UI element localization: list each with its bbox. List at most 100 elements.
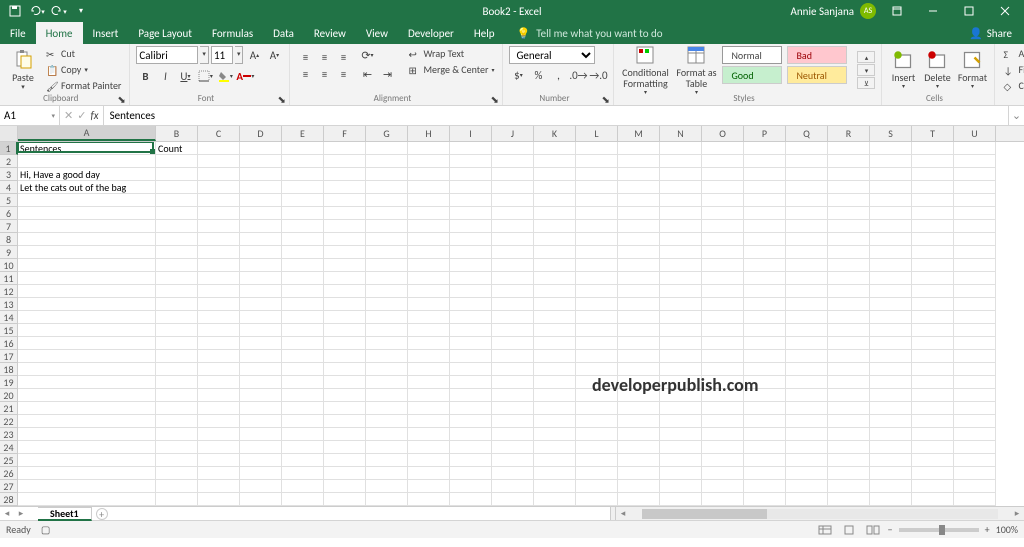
cell-D18[interactable] (240, 363, 282, 376)
cell-B19[interactable] (156, 376, 198, 389)
cell-G6[interactable] (366, 207, 408, 220)
number-format-select[interactable]: General (509, 46, 595, 64)
cell-H24[interactable] (408, 441, 450, 454)
cell-K21[interactable] (534, 402, 576, 415)
cell-R21[interactable] (828, 402, 870, 415)
cell-K15[interactable] (534, 324, 576, 337)
cell-G16[interactable] (366, 337, 408, 350)
cell-B11[interactable] (156, 272, 198, 285)
cell-J5[interactable] (492, 194, 534, 207)
cell-Q12[interactable] (786, 285, 828, 298)
cell-A28[interactable] (18, 493, 156, 506)
cell-J12[interactable] (492, 285, 534, 298)
cell-T19[interactable] (912, 376, 954, 389)
cell-C10[interactable] (198, 259, 240, 272)
cell-F7[interactable] (324, 220, 366, 233)
style-bad[interactable]: Bad (787, 46, 847, 64)
cell-E26[interactable] (282, 467, 324, 480)
cell-S18[interactable] (870, 363, 912, 376)
cell-Q11[interactable] (786, 272, 828, 285)
cell-U28[interactable] (954, 493, 996, 506)
cell-D20[interactable] (240, 389, 282, 402)
row-header-24[interactable]: 24 (0, 441, 17, 454)
cell-C2[interactable] (198, 155, 240, 168)
cell-M18[interactable] (618, 363, 660, 376)
cell-D6[interactable] (240, 207, 282, 220)
cell-K25[interactable] (534, 454, 576, 467)
cell-C1[interactable] (198, 142, 240, 155)
cell-Q21[interactable] (786, 402, 828, 415)
cell-H28[interactable] (408, 493, 450, 506)
cell-L23[interactable] (576, 428, 618, 441)
cell-F27[interactable] (324, 480, 366, 493)
copy-button[interactable]: 📋Copy▾ (44, 62, 123, 77)
cell-H13[interactable] (408, 298, 450, 311)
cell-K2[interactable] (534, 155, 576, 168)
cell-I11[interactable] (450, 272, 492, 285)
cell-E2[interactable] (282, 155, 324, 168)
normal-view-icon[interactable] (816, 523, 834, 537)
format-painter-button[interactable]: 🖌Format Painter (44, 78, 123, 93)
cell-Q20[interactable] (786, 389, 828, 402)
cell-O8[interactable] (702, 233, 744, 246)
border-button[interactable]: ▾ (196, 67, 214, 85)
cell-F24[interactable] (324, 441, 366, 454)
share-button[interactable]: 👤 Share (957, 22, 1024, 44)
cell-J16[interactable] (492, 337, 534, 350)
cell-Q17[interactable] (786, 350, 828, 363)
cell-R13[interactable] (828, 298, 870, 311)
cell-O24[interactable] (702, 441, 744, 454)
tab-view[interactable]: View (356, 22, 398, 44)
cell-E19[interactable] (282, 376, 324, 389)
cell-H20[interactable] (408, 389, 450, 402)
cell-N7[interactable] (660, 220, 702, 233)
cell-Q16[interactable] (786, 337, 828, 350)
cell-M5[interactable] (618, 194, 660, 207)
cell-A18[interactable] (18, 363, 156, 376)
cell-K11[interactable] (534, 272, 576, 285)
cell-O18[interactable] (702, 363, 744, 376)
row-header-23[interactable]: 23 (0, 428, 17, 441)
format-cells-button[interactable]: Format▾ (956, 46, 988, 94)
row-header-25[interactable]: 25 (0, 454, 17, 467)
cell-F2[interactable] (324, 155, 366, 168)
cell-C15[interactable] (198, 324, 240, 337)
cell-J14[interactable] (492, 311, 534, 324)
cell-A2[interactable] (18, 155, 156, 168)
cell-F8[interactable] (324, 233, 366, 246)
row-header-19[interactable]: 19 (0, 376, 17, 389)
cell-R17[interactable] (828, 350, 870, 363)
increase-font-icon[interactable]: A▴ (245, 46, 263, 64)
italic-button[interactable]: I (156, 67, 174, 85)
cell-U1[interactable] (954, 142, 996, 155)
cell-T22[interactable] (912, 415, 954, 428)
merge-center-button[interactable]: ⊞Merge & Center▾ (406, 62, 496, 77)
cell-R28[interactable] (828, 493, 870, 506)
style-good[interactable]: Good (722, 66, 782, 84)
cell-P7[interactable] (744, 220, 786, 233)
cell-U14[interactable] (954, 311, 996, 324)
cell-B27[interactable] (156, 480, 198, 493)
cell-P20[interactable] (744, 389, 786, 402)
cell-U23[interactable] (954, 428, 996, 441)
fill-color-button[interactable]: ▾ (216, 67, 234, 85)
row-header-12[interactable]: 12 (0, 285, 17, 298)
row-header-6[interactable]: 6 (0, 207, 17, 220)
cell-C23[interactable] (198, 428, 240, 441)
cell-M12[interactable] (618, 285, 660, 298)
cell-C6[interactable] (198, 207, 240, 220)
cell-M26[interactable] (618, 467, 660, 480)
cell-N27[interactable] (660, 480, 702, 493)
cell-N1[interactable] (660, 142, 702, 155)
cell-A15[interactable] (18, 324, 156, 337)
cell-D27[interactable] (240, 480, 282, 493)
cell-O9[interactable] (702, 246, 744, 259)
cell-I6[interactable] (450, 207, 492, 220)
tab-home[interactable]: Home (36, 22, 83, 44)
cell-H1[interactable] (408, 142, 450, 155)
font-size-select[interactable] (211, 46, 233, 64)
cell-R19[interactable] (828, 376, 870, 389)
cell-T8[interactable] (912, 233, 954, 246)
tab-file[interactable]: File (0, 22, 36, 44)
cell-M25[interactable] (618, 454, 660, 467)
